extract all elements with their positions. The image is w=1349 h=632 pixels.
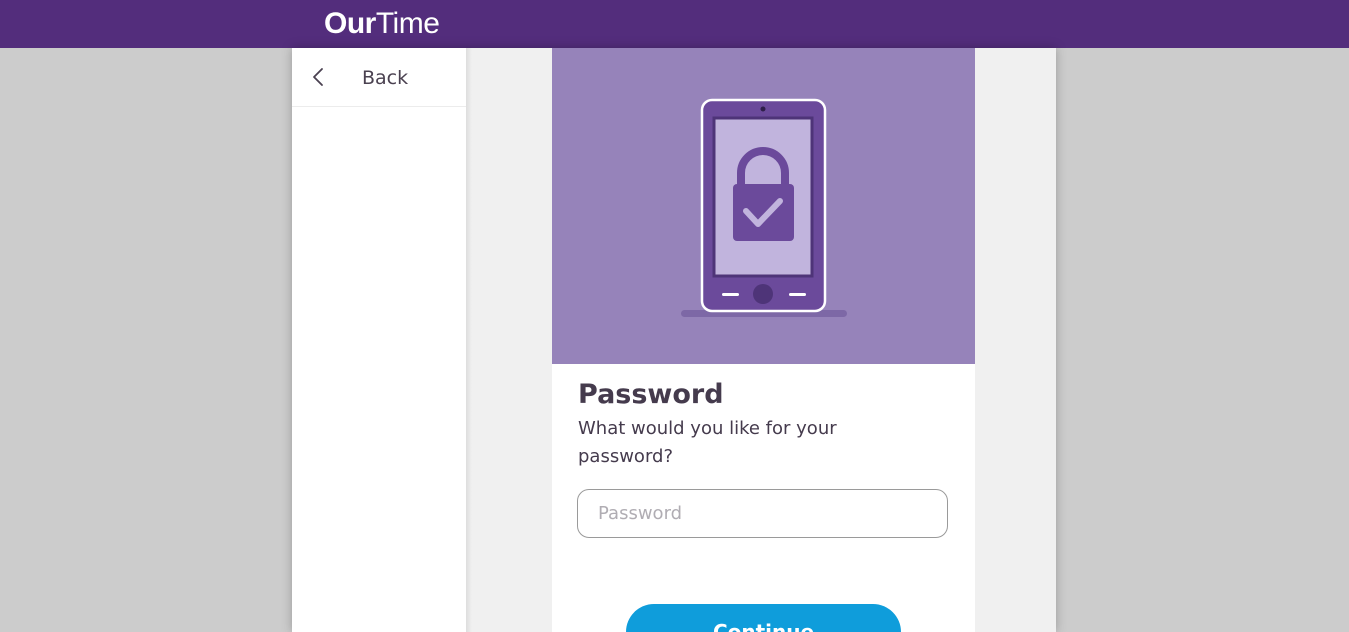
continue-button[interactable]: Continue [626,604,901,632]
page-subtitle: What would you like for your password? [578,418,837,467]
page-title: Password [578,379,724,410]
logo-text-light: Time [375,7,440,40]
phone-lock-check-icon [681,98,847,317]
chevron-left-icon [313,68,323,86]
sidebar: Back [292,48,466,632]
back-button[interactable]: Back [292,48,466,107]
password-input[interactable] [577,489,948,538]
hero-illustration [552,48,975,364]
sidebar-divider [466,48,472,632]
logo-text-bold: Our [324,7,376,40]
back-label: Back [362,67,409,89]
ourtime-logo[interactable]: OurTime [324,6,440,42]
password-card: Password What would you like for your pa… [552,48,975,632]
top-bar: OurTime [0,0,1349,48]
